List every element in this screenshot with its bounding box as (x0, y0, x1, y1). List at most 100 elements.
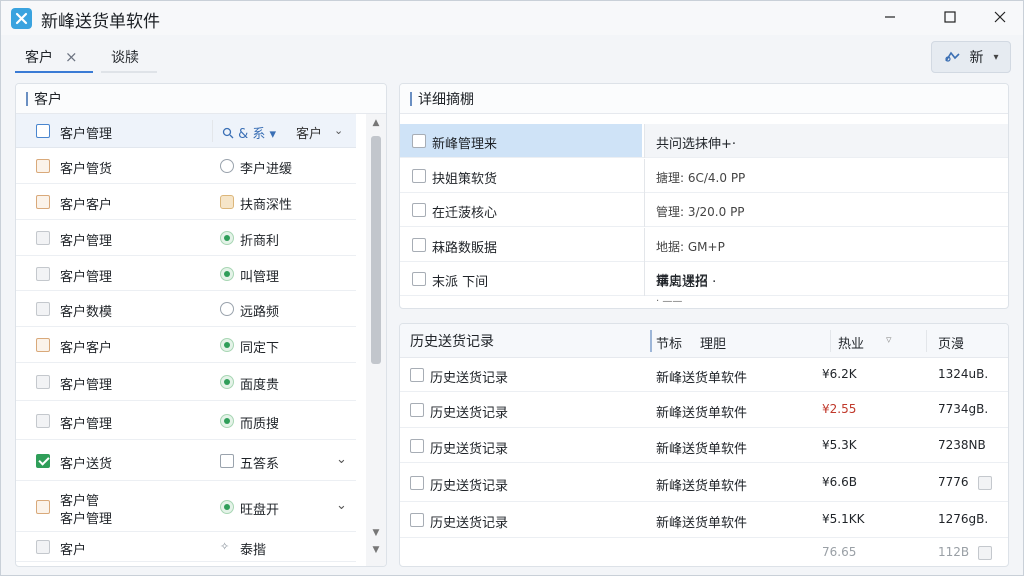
customer-row[interactable]: 客户管货 李户进缓 (16, 148, 356, 184)
row-checkbox[interactable] (36, 413, 50, 428)
column-divider (644, 124, 645, 158)
customer-row[interactable]: 客户管理 客户管 旺盘开 ⌄ (16, 481, 356, 532)
history-column-header[interactable]: 节标 (656, 333, 682, 352)
history-size: 7776 (938, 474, 969, 489)
customer-row[interactable]: 客户管理 面度贵 (16, 363, 356, 401)
customer-list-header: 客户管理 & 系 ▾ 客户 ⌄ (16, 114, 356, 148)
chevron-down-icon: ▾ (993, 51, 999, 63)
detail-row[interactable]: 在迁菠核心 管理: 3/20.0 PP (400, 193, 1008, 227)
customer-row[interactable]: 客户管理 叫管理 (16, 256, 356, 291)
chevron-down-icon[interactable]: ⌄ (334, 124, 343, 137)
customer-row[interactable]: 客户 ✧ 泰揩 (16, 532, 356, 562)
detail-extra-value: 搆史课招 (656, 274, 709, 289)
history-checkbox[interactable] (410, 475, 424, 490)
scroll-down-icon[interactable]: ▼ (366, 528, 386, 538)
select-all-checkbox[interactable] (36, 124, 50, 138)
new-button[interactable]: 新 ▾ (931, 41, 1011, 73)
detail-checkbox[interactable] (412, 203, 426, 217)
scroll-thumb[interactable] (371, 136, 381, 364)
detail-checkbox[interactable] (412, 272, 426, 286)
history-checkbox[interactable] (410, 438, 424, 453)
history-column-header[interactable]: 页漫 (938, 333, 964, 352)
row-checkbox[interactable] (36, 302, 50, 316)
customer-row[interactable]: 客户数模 远路频 (16, 291, 356, 327)
detail-row[interactable]: 新峰管理来 共问选抹伸+· (400, 124, 1008, 158)
column-name-header[interactable]: 客户管理 (60, 123, 112, 142)
history-checkbox[interactable] (410, 403, 424, 417)
tab-close-icon[interactable]: × (65, 48, 78, 66)
expand-chevron-icon[interactable]: ⌄ (336, 498, 347, 513)
customer-row[interactable]: 客户送货 五答系 ⌄ (16, 440, 356, 481)
history-row[interactable]: 历史送货记录 新峰送货单软件 ¥5.3K 7238NB (400, 428, 1008, 463)
tab-second[interactable]: 谈牍 (101, 43, 157, 73)
detail-row[interactable]: 菻路数販据 地据: GM+P (400, 228, 1008, 262)
customer-row[interactable]: 客户管理 折商利 (16, 220, 356, 256)
scroll-up-icon[interactable]: ▲ (366, 118, 386, 128)
tag-icon (220, 195, 234, 209)
row-checkbox[interactable] (36, 338, 50, 352)
history-row[interactable]: 76.65 112B (400, 538, 1008, 566)
history-column-header[interactable]: 理胆 (700, 333, 726, 352)
customer-row[interactable]: 客户客户 扶商深性 (16, 184, 356, 220)
history-product: 新峰送货单软件 (656, 441, 748, 457)
close-window-button[interactable] (977, 1, 1023, 33)
customer-list-scrollbar[interactable]: ▲ ▼ ▼ (366, 114, 386, 566)
history-checkbox[interactable] (410, 513, 424, 527)
row-checkbox[interactable] (36, 453, 50, 468)
customer-status: 叫管理 (240, 269, 280, 285)
customer-row[interactable]: 客户管理 而质搜 (16, 401, 356, 440)
maximize-icon (944, 11, 956, 23)
row-checkbox[interactable] (36, 231, 50, 245)
maximize-button[interactable] (927, 1, 973, 33)
column-divider (212, 120, 213, 142)
history-checkbox[interactable] (410, 368, 424, 382)
filter-dropdown[interactable]: & 系 ▾ (222, 123, 276, 142)
history-amount: ¥5.1KK (822, 512, 865, 526)
minimize-button[interactable] (867, 1, 913, 33)
history-row[interactable]: 历史送货记录 新峰送货单软件 ¥2.55 7734gB. (400, 392, 1008, 428)
detail-row[interactable]: 抉姐策软货 搪理: 6C/4.0 PP (400, 159, 1008, 193)
history-row[interactable]: 历史送货记录 新峰送货单软件 ¥6.2K 1324uB. (400, 358, 1008, 392)
customer-row[interactable]: 客户客户 同定下 (16, 327, 356, 363)
expand-chevron-icon[interactable]: ⌄ (336, 452, 347, 467)
detail-checkbox[interactable] (412, 238, 426, 252)
row-checkbox[interactable] (36, 266, 50, 281)
detail-value[interactable]: 共问选抹伸+· (656, 133, 736, 152)
customer-status: 五答系 (240, 456, 280, 472)
customer-status: 折商利 (240, 234, 280, 249)
customer-name-secondary: 客户管理 (60, 511, 113, 527)
row-checkbox[interactable] (36, 540, 50, 554)
history-amount: ¥6.2K (822, 367, 857, 381)
scroll-down-icon[interactable]: ▼ (366, 545, 386, 555)
row-checkbox[interactable] (36, 195, 50, 209)
history-name: 历史送货记录 (430, 478, 509, 494)
detail-checkbox[interactable] (412, 134, 426, 148)
history-row[interactable]: 历史送货记录 新峰送货单软件 ¥5.1KK 1276gB. (400, 502, 1008, 538)
history-product: 新峰送货单软件 (656, 478, 748, 494)
app-window: 新峰送货单软件 客户 × 谈牍 新 ▾ 客户 客户管理 & 系 ▾ 客户 ⌄ 客… (0, 0, 1024, 576)
customer-name: 客户客户 (60, 198, 113, 213)
history-name: 历史送货记录 (430, 441, 509, 457)
history-name: 历史送货记录 (430, 371, 509, 386)
sort-column-header[interactable]: 客户 (296, 123, 322, 142)
title-bar: 新峰送货单软件 (1, 1, 1023, 35)
tab-bar: 客户 × 谈牍 新 ▾ (1, 35, 1023, 75)
customer-status: 李户进缓 (240, 162, 293, 177)
row-action-checkbox[interactable] (978, 475, 992, 490)
column-divider (650, 330, 652, 352)
sort-icon[interactable]: ▿ (886, 333, 892, 346)
header-accent-bar (410, 91, 412, 106)
customer-name: 客户管理 (60, 416, 113, 432)
history-row[interactable]: 历史送货记录 新峰送货单软件 ¥6.6B 7776 (400, 463, 1008, 502)
history-column-header[interactable]: 热业 (838, 333, 864, 352)
tab-customers[interactable]: 客户 × (15, 43, 93, 73)
row-action-checkbox[interactable] (978, 546, 992, 560)
history-size: 7238NB (938, 437, 986, 452)
detail-checkbox[interactable] (412, 169, 426, 183)
customer-panel-header: 客户 (16, 84, 386, 114)
detail-value: 地据: GM+P (656, 240, 725, 254)
row-checkbox[interactable] (36, 375, 50, 389)
green-dot-icon (220, 338, 234, 352)
row-checkbox[interactable] (36, 499, 50, 514)
row-checkbox[interactable] (36, 159, 50, 173)
